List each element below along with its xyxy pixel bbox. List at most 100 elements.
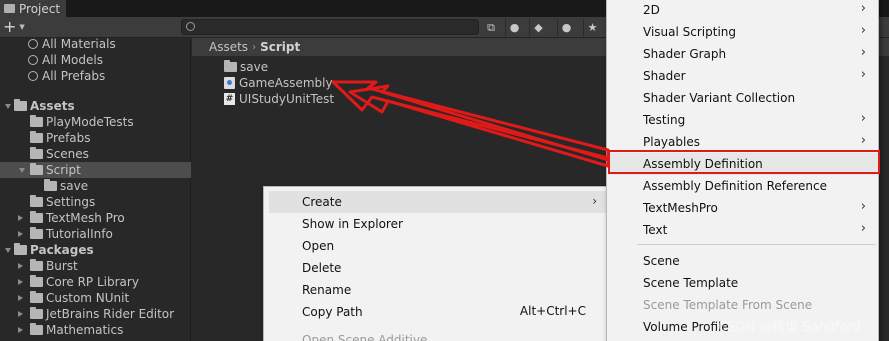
tree-item-scenes[interactable]: Scenes: [0, 146, 191, 162]
file-item-save[interactable]: save: [224, 59, 268, 75]
menu-item-label: TextMeshPro: [643, 201, 718, 215]
folder-icon: [14, 243, 27, 255]
menu-item-copy-path[interactable]: Copy Path Alt+Ctrl+C: [269, 301, 606, 323]
submenu-item-shader[interactable]: Shader ›: [609, 65, 878, 87]
file-name: GameAssembly: [239, 76, 333, 90]
tree-item-tutorialinfo[interactable]: TutorialInfo: [0, 226, 191, 242]
menu-item-rename[interactable]: Rename: [269, 279, 606, 301]
annotation-arrow-lower: [348, 84, 610, 168]
tree-item-custom-nunit[interactable]: Custom NUnit: [0, 290, 191, 306]
submenu-item-scene[interactable]: Scene: [609, 250, 878, 272]
menu-item-label: Shader Variant Collection: [643, 91, 796, 105]
highlight-box: [608, 150, 880, 174]
paint-icon[interactable]: ●: [505, 19, 523, 36]
fold-arrow-icon[interactable]: [16, 258, 26, 274]
scene-icon[interactable]: ⧉: [482, 19, 500, 36]
tree-item-label: PlayModeTests: [46, 115, 134, 129]
tree-item-playmodetests[interactable]: PlayModeTests: [0, 114, 191, 130]
tree-item-all-prefabs[interactable]: All Prefabs: [0, 68, 191, 84]
info-icon[interactable]: ●: [557, 19, 575, 36]
tree-item-save[interactable]: save: [0, 178, 191, 194]
project-tab[interactable]: Project: [0, 0, 66, 17]
submenu-item-shader-graph[interactable]: Shader Graph ›: [609, 43, 878, 65]
breadcrumb-script[interactable]: Script: [260, 40, 300, 54]
breadcrumb-assets[interactable]: Assets: [209, 40, 248, 54]
menu-item-create[interactable]: Create ›: [269, 191, 606, 213]
menu-item-label: Testing: [643, 113, 686, 127]
menu-item-label: Playables: [643, 135, 700, 149]
tree-item-label: TextMesh Pro: [46, 211, 125, 225]
folder-icon: [30, 195, 43, 207]
project-tab-label: Project: [19, 1, 61, 16]
fold-arrow-icon[interactable]: [16, 322, 26, 338]
submenu-item-testing[interactable]: Testing ›: [609, 109, 878, 131]
tree-item-all-models[interactable]: All Models: [0, 52, 191, 68]
folder-icon: [30, 259, 43, 271]
tree-item-assets[interactable]: Assets: [0, 98, 191, 114]
menu-item-label: Volume Profile: [643, 320, 729, 334]
menu-item-open[interactable]: Open: [269, 235, 606, 257]
menu-item-label: Scene Template From Scene: [643, 298, 813, 312]
submenu-arrow-icon: ›: [860, 221, 866, 236]
fold-arrow-icon[interactable]: [16, 306, 26, 322]
menu-item-open-scene-additive[interactable]: Open Scene Additive: [269, 329, 606, 341]
folder-icon: [14, 99, 27, 111]
submenu-arrow-icon: ›: [860, 45, 866, 60]
tree-item-burst[interactable]: Burst: [0, 258, 191, 274]
tree-item-packages[interactable]: Packages: [0, 242, 191, 258]
folder-icon: [30, 323, 43, 335]
menu-item-label: Assembly Definition Reference: [643, 179, 828, 193]
submenu-arrow-icon: ›: [860, 67, 866, 82]
fold-arrow-icon[interactable]: [4, 242, 14, 258]
submenu-item-scene-template[interactable]: Scene Template: [609, 272, 878, 294]
submenu-item-shader-variant-collection[interactable]: Shader Variant Collection: [609, 87, 878, 109]
fold-arrow-icon[interactable]: [16, 210, 26, 226]
tree-item-label: Script: [46, 163, 81, 177]
tree-item-core-rp-library[interactable]: Core RP Library: [0, 274, 191, 290]
submenu-item-text[interactable]: Text ›: [609, 219, 878, 241]
tree-item-script[interactable]: Script: [0, 162, 191, 178]
folder-icon: [30, 163, 43, 175]
menu-item-label: Open: [302, 239, 335, 253]
add-button[interactable]: + ▼: [3, 18, 33, 36]
tree-item-label: Burst: [46, 259, 78, 273]
fold-arrow-icon[interactable]: [18, 162, 28, 178]
tree-item-jetbrains-rider-editor[interactable]: JetBrains Rider Editor: [0, 306, 191, 322]
submenu-arrow-icon: ›: [860, 23, 866, 38]
tree-item-prefabs[interactable]: Prefabs: [0, 130, 191, 146]
tree-item-settings[interactable]: Settings: [0, 194, 191, 210]
menu-item-label: Copy Path: [302, 305, 363, 319]
tree-item-textmesh-pro[interactable]: TextMesh Pro: [0, 210, 191, 226]
submenu-arrow-icon: ›: [860, 199, 866, 214]
chevron-down-icon: ▼: [19, 23, 25, 31]
fold-arrow-icon[interactable]: [16, 274, 26, 290]
fold-arrow-icon[interactable]: [4, 98, 14, 114]
label-icon[interactable]: ◆: [529, 19, 547, 36]
file-item-gameassembly[interactable]: GameAssembly: [224, 75, 333, 91]
menu-divider: [637, 244, 876, 245]
menu-item-label: Scene: [643, 254, 680, 268]
fold-arrow-icon[interactable]: [16, 290, 26, 306]
fold-arrow-icon[interactable]: [16, 226, 26, 242]
search-input[interactable]: [181, 19, 479, 35]
submenu-item-textmeshpro[interactable]: TextMeshPro ›: [609, 197, 878, 219]
menu-item-label: 2D: [643, 3, 660, 17]
submenu-item-2d[interactable]: 2D ›: [609, 0, 878, 21]
context-menu: Create › Show in Explorer Open Delete Re…: [263, 186, 608, 341]
folder-icon: [30, 115, 43, 127]
menu-item-label: Show in Explorer: [302, 217, 403, 231]
project-icon: [4, 4, 15, 13]
tree-item-mathematics[interactable]: Mathematics: [0, 322, 191, 338]
submenu-item-visual-scripting[interactable]: Visual Scripting ›: [609, 21, 878, 43]
submenu-item-assembly-definition-reference[interactable]: Assembly Definition Reference: [609, 175, 878, 197]
file-item-uistudyunittest[interactable]: # UIStudyUnitTest: [224, 91, 334, 107]
tree-item-label: Mathematics: [46, 323, 124, 337]
menu-item-show-in-explorer[interactable]: Show in Explorer: [269, 213, 606, 235]
submenu-arrow-icon: ›: [860, 111, 866, 126]
menu-item-delete[interactable]: Delete: [269, 257, 606, 279]
tree-item-label: Core RP Library: [46, 275, 139, 289]
tree-item-all-materials[interactable]: All Materials: [0, 36, 191, 52]
folder-icon: [30, 291, 43, 303]
star-icon[interactable]: ★: [583, 19, 601, 36]
submenu-arrow-icon: ›: [592, 194, 597, 208]
